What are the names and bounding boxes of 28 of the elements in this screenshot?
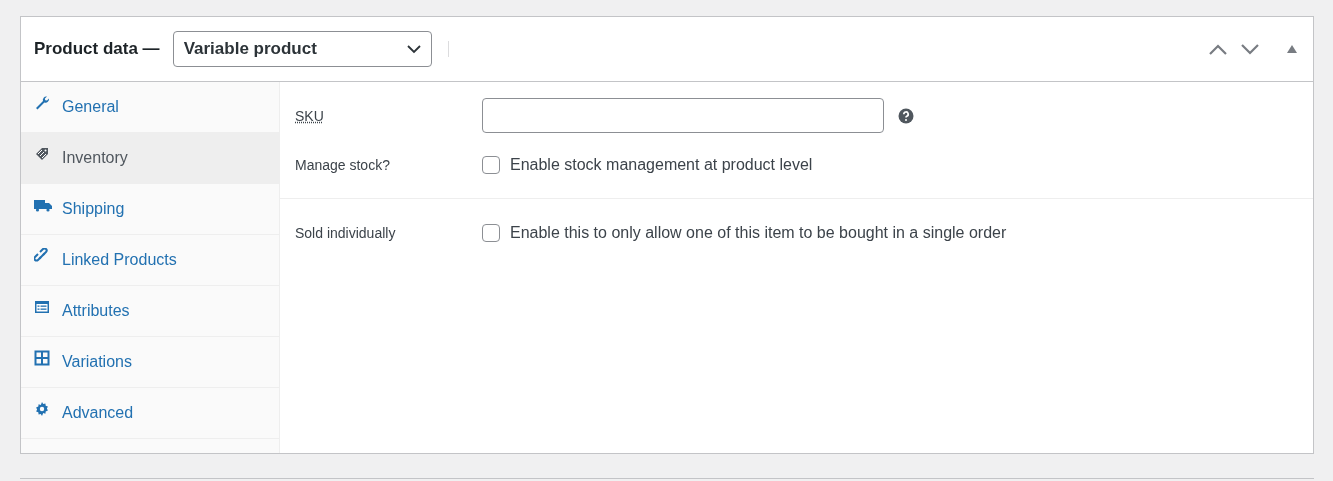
sidebar-tab[interactable]: Attributes: [21, 286, 279, 337]
help-icon[interactable]: [898, 107, 914, 124]
checkbox[interactable]: [482, 223, 500, 242]
tag-icon: [34, 146, 50, 162]
gear-icon: [34, 401, 50, 417]
checkbox-label: Enable stock management at product level: [510, 155, 813, 174]
sidebar-tab[interactable]: Variations: [21, 337, 279, 388]
wrench-icon: [34, 95, 50, 111]
grid-icon: [34, 350, 50, 366]
collapse-icon[interactable]: [1287, 45, 1297, 53]
sidebar-tab[interactable]: Linked Products: [21, 235, 279, 286]
move-up-icon[interactable]: [1209, 43, 1227, 55]
checkbox-label: Enable this to only allow one of this item to be bought in a single order: [510, 223, 1007, 242]
field-label: Manage stock?: [295, 156, 391, 173]
product-type-select[interactable]: Variable product: [172, 31, 432, 67]
field-label: SKU: [295, 107, 325, 124]
chevron-down-icon: [406, 44, 421, 54]
sidebar-tab[interactable]: Advanced: [21, 388, 279, 439]
sidebar-tab[interactable]: Inventory: [21, 133, 279, 184]
move-down-icon[interactable]: [1241, 43, 1259, 55]
panel-title: Product data —: [34, 39, 160, 59]
field-label: Sold individually: [295, 224, 397, 241]
sku-input[interactable]: [482, 98, 884, 133]
link-icon: [34, 248, 50, 264]
truck-icon: [34, 197, 52, 213]
sidebar-tab[interactable]: Shipping: [21, 184, 279, 235]
list-card-icon: [34, 299, 50, 315]
checkbox[interactable]: [482, 155, 500, 174]
